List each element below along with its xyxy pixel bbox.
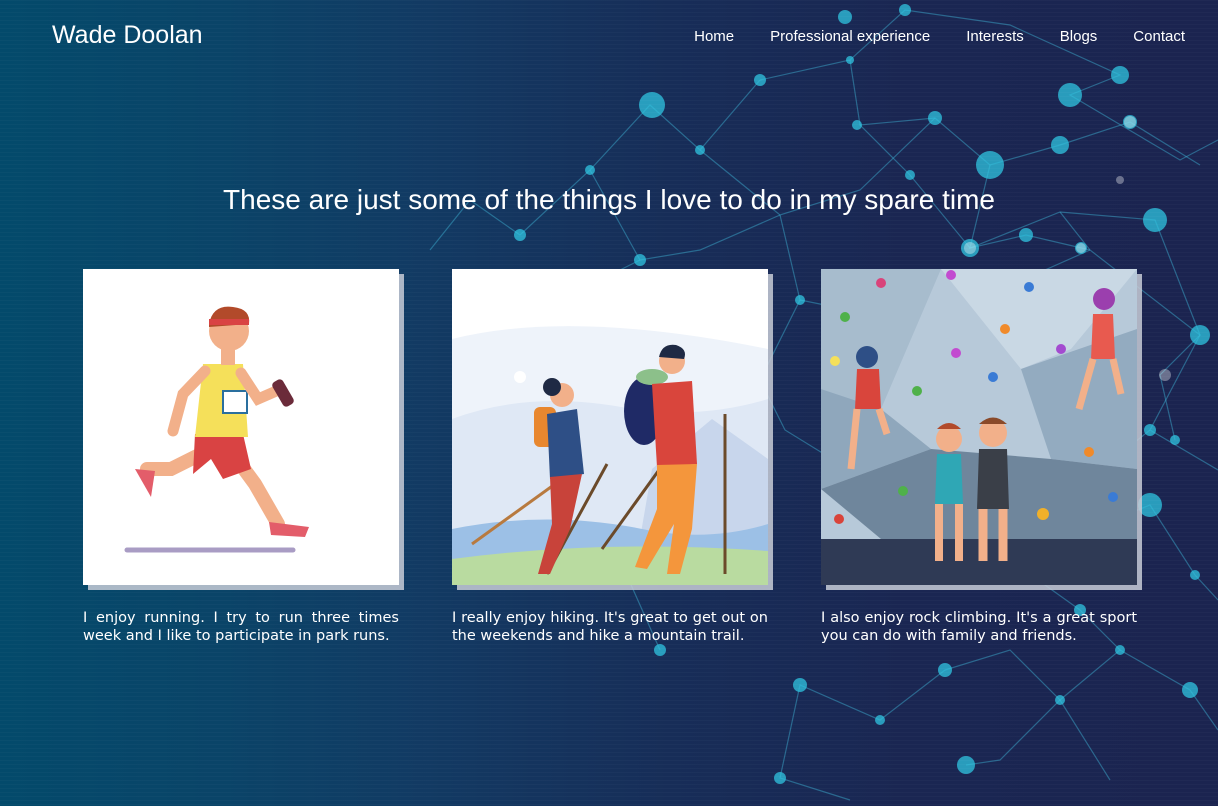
page-headline: These are just some of the things I love… [223,184,995,215]
site-header: Wade Doolan Home Professional experience… [0,0,1218,72]
climbing-illustration [821,269,1137,585]
interest-card-hiking: I really enjoy hiking. It's great to get… [452,269,768,645]
runner-illustration [83,269,399,585]
nav-blogs[interactable]: Blogs [1060,28,1098,45]
nav-home[interactable]: Home [694,28,734,45]
interest-card-climbing: I also enjoy rock climbing. It's a great… [821,269,1137,645]
interest-card-running: I enjoy running. I try to run three time… [83,269,399,645]
card-caption-hiking: I really enjoy hiking. It's great to get… [452,610,768,644]
main-nav: Home Professional experience Interests B… [658,28,1185,45]
nav-interests[interactable]: Interests [966,28,1024,45]
nav-professional-experience[interactable]: Professional experience [770,28,930,45]
card-caption-running: I enjoy running. I try to run three time… [83,610,399,644]
card-caption-climbing: I also enjoy rock climbing. It's a great… [821,610,1137,644]
nav-contact[interactable]: Contact [1133,28,1185,45]
hikers-illustration [452,269,768,585]
site-brand[interactable]: Wade Doolan [52,21,203,50]
